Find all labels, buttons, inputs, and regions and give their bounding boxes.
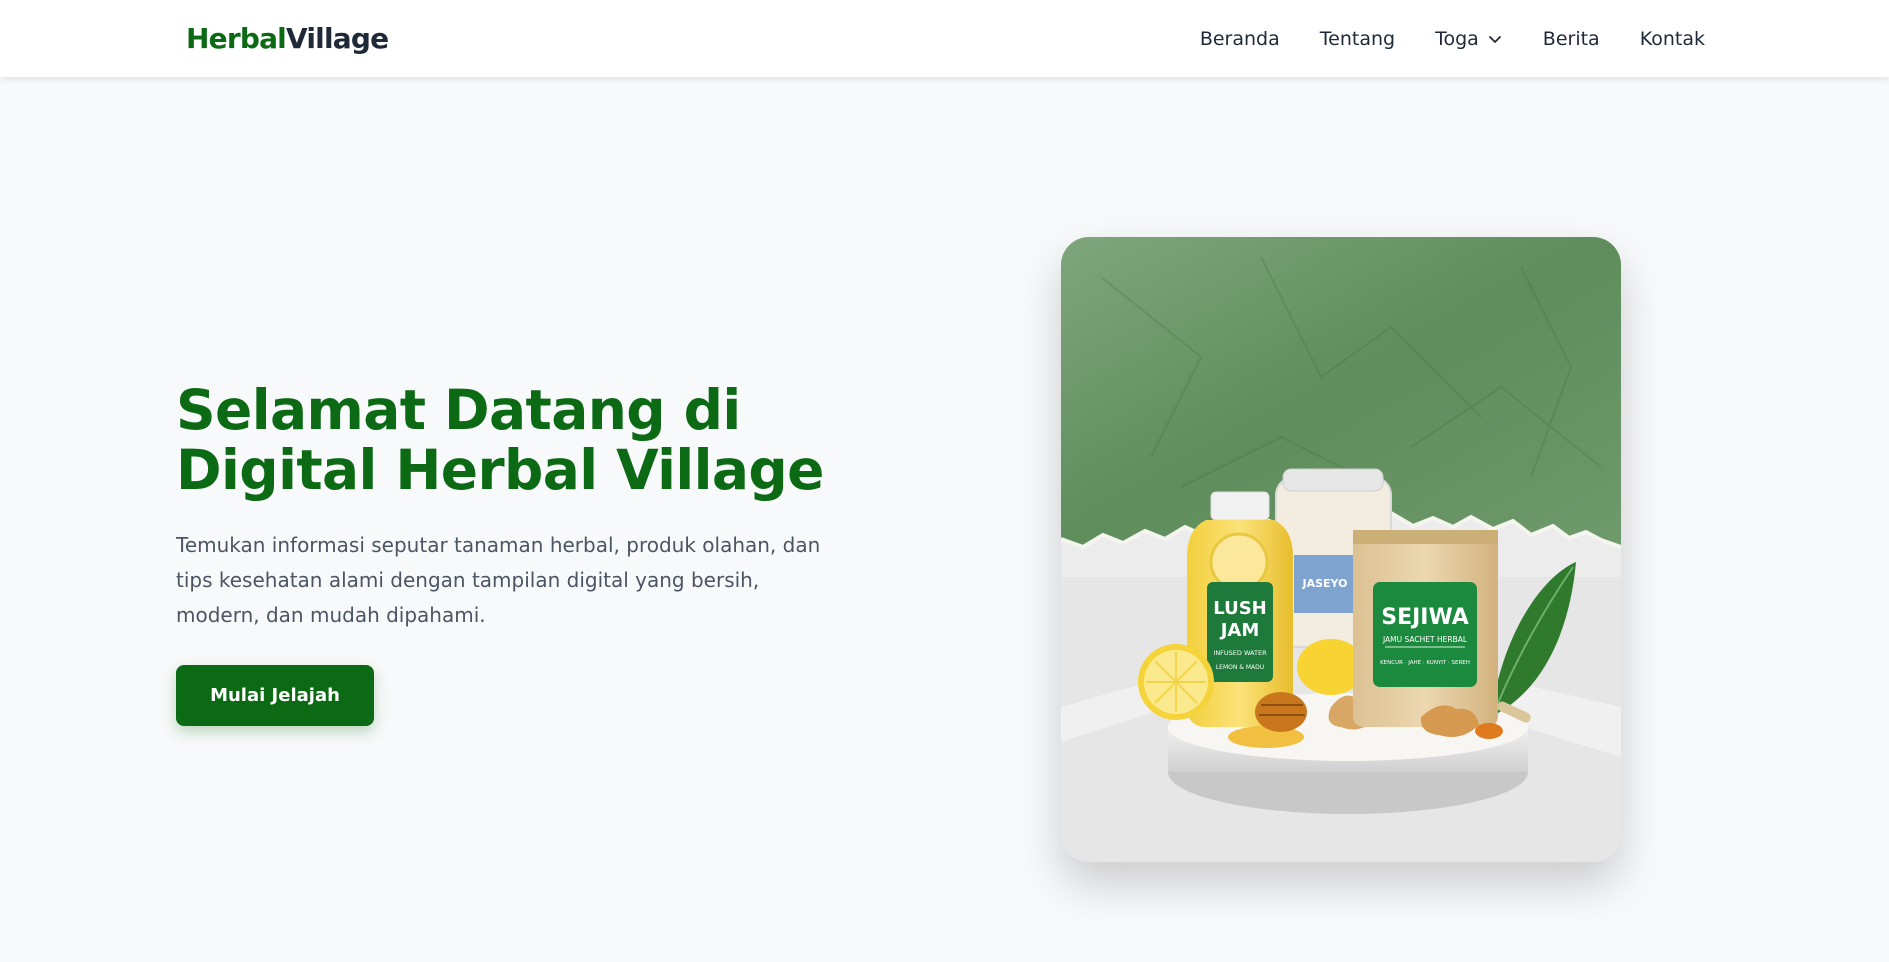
hero-subtitle-line3: modern, dan mudah dipahami. xyxy=(176,603,486,627)
brand-logo-village: Village xyxy=(285,22,389,55)
bottle-name-line2: JAM xyxy=(1219,620,1260,641)
hero-section: Selamat Datang di Digital Herbal Village… xyxy=(176,380,836,726)
nav-menu: Beranda Tentang Toga Berita Kontak xyxy=(1200,24,1705,54)
nav-item-tentang: Tentang xyxy=(1320,24,1395,54)
nav-link-label: Berita xyxy=(1542,28,1600,50)
nav-link-label: Toga xyxy=(1435,28,1479,50)
nav-link-berita[interactable]: Berita xyxy=(1543,24,1600,54)
nav-item-berita: Berita xyxy=(1543,24,1600,54)
nav-link-label: Kontak xyxy=(1639,28,1705,50)
sachet-ingredients: KENCUR · JAHE · KUNYIT · SEREH xyxy=(1380,660,1470,666)
bottle-name-line1: LUSH xyxy=(1213,598,1266,619)
nav-item-beranda: Beranda xyxy=(1200,24,1280,54)
navbar: Herbal Village Beranda Tentang Toga Berit… xyxy=(0,0,1889,77)
nav-link-kontak[interactable]: Kontak xyxy=(1640,24,1705,54)
hero-product-image: JASEYO LUSH JAM INFUSED WATER LEMON & MA… xyxy=(1061,237,1621,862)
hero-title-line2: Digital Herbal Village xyxy=(176,438,824,502)
brand-logo[interactable]: Herbal Village xyxy=(186,22,389,56)
nav-link-toga-dropdown[interactable]: Toga xyxy=(1435,24,1503,54)
nav-link-label: Beranda xyxy=(1199,28,1280,50)
nav-link-beranda[interactable]: Beranda xyxy=(1200,24,1280,54)
sachet-name: SEJIWA xyxy=(1381,605,1469,630)
brand-logo-herbal: Herbal xyxy=(186,22,287,55)
chevron-down-icon xyxy=(1488,36,1501,43)
bottle-flavor: LEMON & MADU xyxy=(1216,664,1264,671)
hero-subtitle-line2: tips kesehatan alami dengan tampilan dig… xyxy=(176,568,760,592)
bottle-tagline: INFUSED WATER xyxy=(1213,649,1267,657)
hero-subtitle-line1: Temukan informasi seputar tanaman herbal… xyxy=(176,533,821,557)
hero-title-line1: Selamat Datang di xyxy=(176,378,741,442)
nav-link-tentang[interactable]: Tentang xyxy=(1320,24,1395,54)
mulai-jelajah-button[interactable]: Mulai Jelajah xyxy=(176,665,374,726)
nav-link-label: Tentang xyxy=(1319,28,1396,50)
sachet-tagline: JAMU SACHET HERBAL xyxy=(1382,635,1468,644)
jar-label-text: JASEYO xyxy=(1302,577,1348,590)
nav-item-kontak: Kontak xyxy=(1640,24,1705,54)
hero-title: Selamat Datang di Digital Herbal Village xyxy=(176,380,836,500)
nav-item-toga: Toga xyxy=(1435,24,1503,54)
hero-subtitle: Temukan informasi seputar tanaman herbal… xyxy=(176,528,826,633)
